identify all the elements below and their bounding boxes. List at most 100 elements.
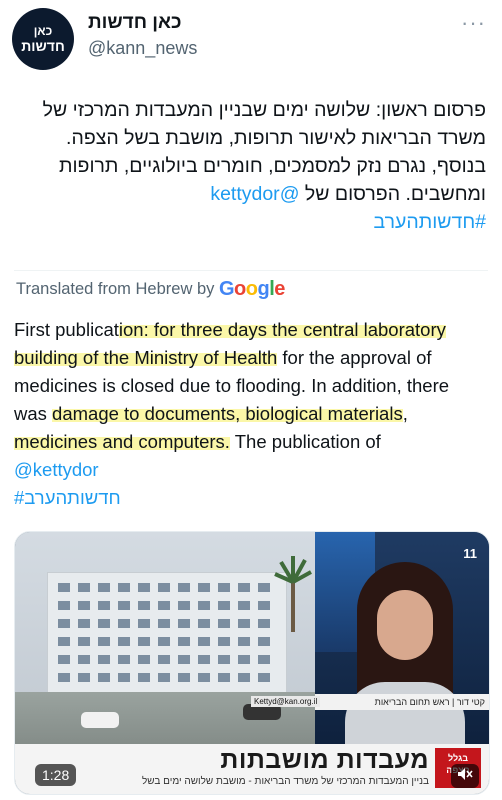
building-window xyxy=(138,619,150,628)
building-window xyxy=(98,655,110,664)
building-window xyxy=(218,673,230,682)
building-window xyxy=(258,673,270,682)
building-window xyxy=(178,673,190,682)
hashtag-link[interactable]: #חדשותהערב xyxy=(14,208,486,236)
translation-attribution[interactable]: Translated from Hebrew by Google xyxy=(16,278,285,301)
building-window xyxy=(98,619,110,628)
hebrew-line: בנוסף, נגרם נזק למסמכים, חומרים ביולוגיי… xyxy=(59,155,486,177)
building-window xyxy=(218,637,230,646)
building-window xyxy=(98,637,110,646)
building-window xyxy=(158,673,170,682)
building-window xyxy=(238,673,250,682)
building-window xyxy=(118,601,130,610)
building-window xyxy=(98,583,110,592)
building-window xyxy=(58,619,70,628)
english-line: building of the Ministry of Health for t… xyxy=(14,347,432,368)
building-window xyxy=(78,619,90,628)
building-window xyxy=(78,583,90,592)
building-window xyxy=(78,601,90,610)
channel-mark: 11 xyxy=(463,546,477,561)
hebrew-line: משרד הבריאות לאישור תרופות, מושבת בשל הצ… xyxy=(66,127,486,149)
more-horizontal-icon[interactable]: ··· xyxy=(461,10,486,36)
building-window xyxy=(238,619,250,628)
reporter-email: Kettyd@kan.org.il xyxy=(251,696,321,707)
building-window xyxy=(178,619,190,628)
building-window xyxy=(78,673,90,682)
speaker-muted-icon[interactable] xyxy=(451,764,479,788)
building-window xyxy=(158,601,170,610)
building-window xyxy=(98,673,110,682)
speaker-muted-icon-svg xyxy=(458,768,473,780)
palm-tree-image xyxy=(274,556,312,632)
building-window xyxy=(138,655,150,664)
building-window xyxy=(118,619,130,628)
building-window xyxy=(258,655,270,664)
video-player[interactable]: 11 קטי דור | ראש תחום הבריאות Kettyd@kan… xyxy=(14,531,490,795)
building-window xyxy=(238,655,250,664)
hebrew-line: ומחשבים. הפרסום של @kettydor xyxy=(210,183,486,205)
building-window xyxy=(218,655,230,664)
building-window xyxy=(118,637,130,646)
building-window xyxy=(198,601,210,610)
building-window xyxy=(258,637,270,646)
tweet-text-english: First publication: for three days the ce… xyxy=(14,316,490,512)
building-window xyxy=(198,637,210,646)
building-window xyxy=(58,673,70,682)
account-handle[interactable]: @kann_news xyxy=(88,38,197,59)
english-line: First publication: for three days the ce… xyxy=(14,319,446,340)
mention-link[interactable]: @kettydor xyxy=(14,456,490,484)
mention-link[interactable]: @kettydor xyxy=(210,183,299,205)
building-window xyxy=(238,637,250,646)
building-window xyxy=(118,583,130,592)
building-window xyxy=(238,601,250,610)
tweet-text-hebrew: פרסום ראשון: שלושה ימים שבניין המעבדות ה… xyxy=(14,96,486,236)
building-window xyxy=(158,583,170,592)
english-line: was damage to documents, biological mate… xyxy=(14,403,408,424)
lower-third-subtitle: בניין המעבדות המרכזי של משרד הבריאות - מ… xyxy=(142,776,429,787)
building-window xyxy=(218,619,230,628)
english-line: medicines is closed due to flooding. In … xyxy=(14,375,450,396)
building-window xyxy=(138,601,150,610)
building-window xyxy=(158,619,170,628)
building-window xyxy=(58,655,70,664)
building-window xyxy=(178,655,190,664)
building-window xyxy=(158,637,170,646)
translated-label: Translated from Hebrew by xyxy=(16,280,215,298)
building-window xyxy=(58,637,70,646)
hebrew-line: פרסום ראשון: שלושה ימים שבניין המעבדות ה… xyxy=(42,99,486,121)
car-image xyxy=(81,712,119,728)
building-window xyxy=(218,601,230,610)
hashtag-link[interactable]: #חדשותהערב xyxy=(14,484,490,512)
avatar[interactable]: כאן חדשות xyxy=(12,8,74,70)
lower-third-title: מעבדות מושבתות xyxy=(220,746,429,774)
avatar-text-line2: חדשות xyxy=(21,38,65,54)
video-frame-building xyxy=(15,532,315,762)
building-window xyxy=(118,655,130,664)
video-timer: 1:28 xyxy=(35,764,77,786)
display-name[interactable]: כאן חדשות xyxy=(88,12,182,34)
building-image xyxy=(47,572,287,694)
building-window xyxy=(198,673,210,682)
building-window xyxy=(178,583,190,592)
building-window xyxy=(158,655,170,664)
building-window xyxy=(138,637,150,646)
building-window xyxy=(78,655,90,664)
building-window xyxy=(138,583,150,592)
building-window xyxy=(178,637,190,646)
building-window xyxy=(198,619,210,628)
avatar-text-line1: כאן xyxy=(33,24,53,38)
building-window xyxy=(258,583,270,592)
building-window xyxy=(58,583,70,592)
building-window xyxy=(218,583,230,592)
building-window xyxy=(58,601,70,610)
building-window xyxy=(178,601,190,610)
reporter-caption: קטי דור | ראש תחום הבריאות xyxy=(315,694,489,710)
google-logo: Google xyxy=(218,278,285,300)
video-frame-anchor: 11 xyxy=(315,532,489,762)
building-window xyxy=(138,673,150,682)
divider xyxy=(14,270,488,271)
building-window xyxy=(238,583,250,592)
anchor-face xyxy=(377,590,433,660)
building-window xyxy=(198,583,210,592)
building-window xyxy=(258,601,270,610)
